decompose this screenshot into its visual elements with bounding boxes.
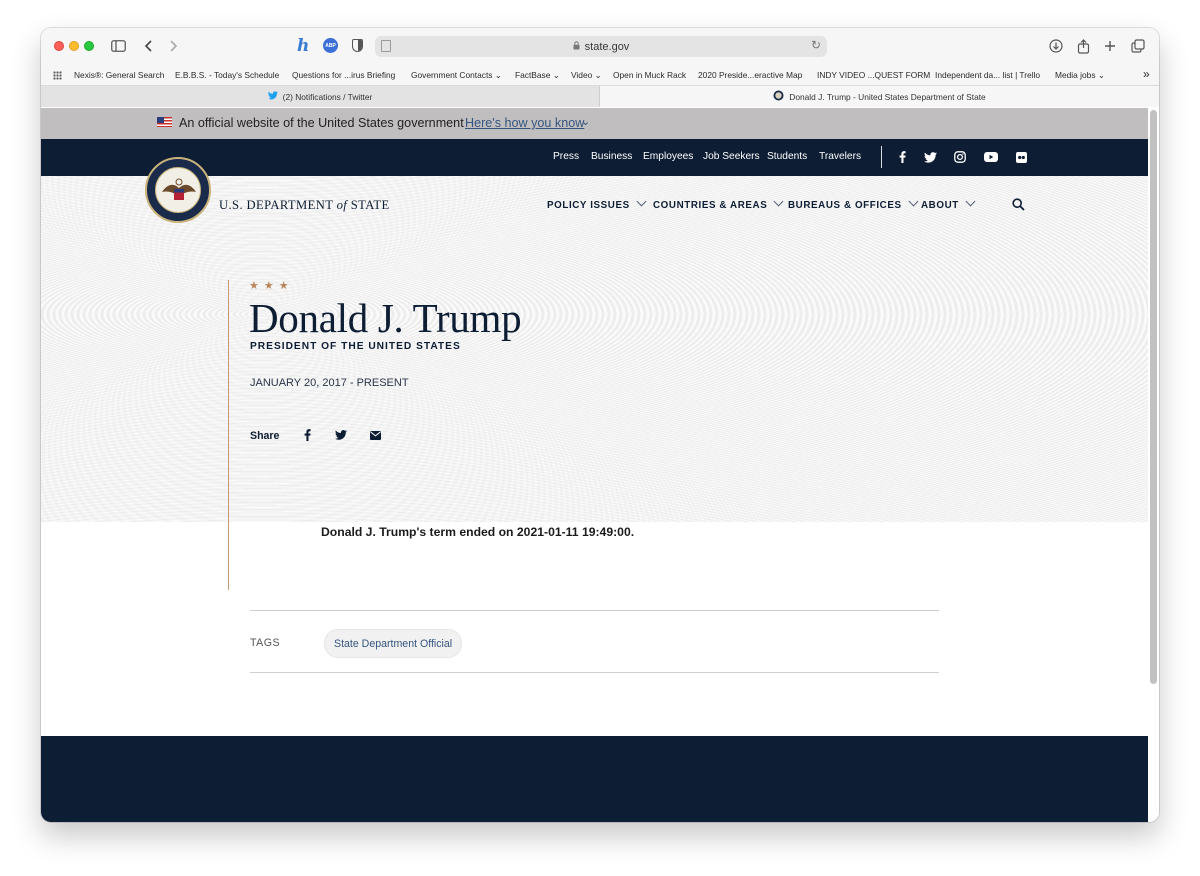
tab-label: Donald J. Trump - United States Departme… <box>789 91 986 102</box>
share-twitter-icon[interactable] <box>334 428 348 442</box>
us-flag-icon <box>157 117 172 127</box>
term-ended-text: Donald J. Trump's term ended on 2021-01-… <box>321 525 635 539</box>
page-viewport: An official website of the United States… <box>41 108 1159 822</box>
tab-twitter[interactable]: (2) Notifications / Twitter <box>41 86 600 107</box>
utility-link-business[interactable]: Business <box>591 151 632 162</box>
utility-link-press[interactable]: Press <box>553 151 579 162</box>
bookmark-item[interactable]: Questions for ...irus Briefing <box>292 70 395 80</box>
address-bar[interactable]: state.gov ↻ <box>375 36 827 57</box>
chevron-down-icon <box>965 196 976 207</box>
browser-toolbar: h ABP state.gov ↻ <box>41 28 1159 64</box>
bookmark-item[interactable]: E.B.B.S. - Today's Schedule <box>175 70 279 80</box>
tag-state-department-official[interactable]: State Department Official <box>324 629 463 658</box>
nav-label: ABOUT <box>921 200 959 211</box>
nav-label: COUNTRIES & AREAS <box>653 200 768 211</box>
chevron-down-icon <box>636 196 647 207</box>
nav-policy-issues[interactable]: POLICY ISSUES <box>547 196 647 211</box>
wordmark-of: of <box>336 198 348 212</box>
divider <box>250 672 939 673</box>
bookmark-item[interactable]: Independent da... list | Trello <box>935 70 1040 80</box>
bookmark-item[interactable]: Open in Muck Rack <box>613 70 686 80</box>
url-text: state.gov <box>584 40 630 53</box>
lock-icon <box>573 40 580 53</box>
search-icon[interactable] <box>1012 198 1025 211</box>
twitter-icon <box>267 91 278 102</box>
back-icon[interactable] <box>144 38 154 54</box>
bookmark-item[interactable]: Nexis®: General Search <box>74 70 164 80</box>
nav-label: POLICY ISSUES <box>547 200 630 211</box>
zoom-window-button[interactable] <box>84 41 94 51</box>
apps-grid-icon[interactable] <box>53 71 62 80</box>
bookmark-item[interactable]: 2020 Preside...eractive Map <box>698 70 802 80</box>
forward-icon[interactable] <box>168 38 178 54</box>
downloads-icon[interactable] <box>1049 38 1063 54</box>
tab-overview-icon[interactable] <box>1131 38 1145 54</box>
tab-state-department[interactable]: Donald J. Trump - United States Departme… <box>600 86 1159 107</box>
share-email-icon[interactable] <box>368 428 382 442</box>
hero-section: U.S. DEPARTMENT of STATE POLICY ISSUES C… <box>41 157 1148 590</box>
close-window-button[interactable] <box>54 41 64 51</box>
youtube-icon[interactable] <box>983 149 999 165</box>
page-scrollbar[interactable] <box>1150 110 1157 684</box>
person-title: PRESIDENT OF THE UNITED STATES <box>250 341 461 352</box>
nav-about[interactable]: ABOUT <box>921 196 976 211</box>
minimize-window-button[interactable] <box>69 41 79 51</box>
page-menu-icon[interactable] <box>381 40 391 52</box>
decorative-stars: ★★★ <box>249 280 294 292</box>
wordmark-text: U.S. DEPARTMENT <box>219 198 337 212</box>
bookmark-item[interactable]: Media jobs ⌄ <box>1055 70 1105 80</box>
official-gov-banner: An official website of the United States… <box>41 108 1148 139</box>
share-facebook-icon[interactable] <box>300 428 314 442</box>
instagram-icon[interactable] <box>952 149 968 165</box>
nav-bureaus-offices[interactable]: BUREAUS & OFFICES <box>788 196 919 211</box>
site-footer <box>41 736 1148 822</box>
bookmark-item[interactable]: FactBase ⌄ <box>515 70 560 80</box>
nav-label: BUREAUS & OFFICES <box>788 200 902 211</box>
term-dates: JANUARY 20, 2017 - PRESENT <box>250 377 409 389</box>
utility-link-students[interactable]: Students <box>767 151 807 162</box>
chevron-down-icon <box>908 196 919 207</box>
browser-window: h ABP state.gov ↻ Nexis®: General Search… <box>41 28 1159 822</box>
tab-label: (2) Notifications / Twitter <box>282 91 373 102</box>
new-tab-icon[interactable] <box>1104 38 1116 54</box>
facebook-icon[interactable] <box>894 149 910 165</box>
privacy-shield-icon[interactable] <box>352 39 363 52</box>
gold-accent-line <box>228 280 229 590</box>
gov-banner-text: An official website of the United States… <box>179 116 464 130</box>
bookmark-item[interactable]: INDY VIDEO ...QUEST FORM <box>817 70 930 80</box>
department-wordmark[interactable]: U.S. DEPARTMENT of STATE <box>219 198 390 213</box>
bookmarks-overflow-icon[interactable]: » <box>1143 67 1150 81</box>
wordmark-text: STATE <box>347 198 390 212</box>
twitter-icon[interactable] <box>922 149 938 165</box>
utility-link-job-seekers[interactable]: Job Seekers <box>703 151 760 162</box>
state-department-seal-logo[interactable] <box>145 157 211 223</box>
share-label: Share <box>250 430 280 442</box>
bookmark-item[interactable]: Video ⌄ <box>571 70 602 80</box>
utility-link-employees[interactable]: Employees <box>643 151 693 162</box>
reload-icon[interactable]: ↻ <box>811 38 821 52</box>
bookmark-item[interactable]: Government Contacts ⌄ <box>411 70 502 80</box>
adblock-extension-icon[interactable]: ABP <box>323 38 338 53</box>
bookmarks-bar: Nexis®: General Search E.B.B.S. - Today'… <box>41 64 1159 86</box>
utility-divider <box>881 146 882 168</box>
honey-extension-icon[interactable]: h <box>297 36 309 56</box>
tags-label: TAGS <box>250 637 281 649</box>
utility-nav: Press Business Employees Job Seekers Stu… <box>41 139 1148 176</box>
sidebar-toggle-icon[interactable] <box>111 38 126 54</box>
seal-eagle <box>155 167 201 213</box>
tab-bar: (2) Notifications / Twitter Donald J. Tr… <box>41 86 1159 107</box>
utility-link-travelers[interactable]: Travelers <box>819 151 861 162</box>
chevron-down-icon <box>773 196 784 207</box>
nav-countries-areas[interactable]: COUNTRIES & AREAS <box>653 196 784 211</box>
divider <box>250 610 939 611</box>
page-title: Donald J. Trump <box>249 295 522 341</box>
heres-how-you-know-link[interactable]: Here's how you know <box>465 116 584 130</box>
state-seal-icon <box>773 90 784 103</box>
share-icon[interactable] <box>1077 38 1090 54</box>
chevron-down-icon[interactable]: ⌄ <box>581 115 590 128</box>
flickr-icon[interactable] <box>1013 149 1029 165</box>
